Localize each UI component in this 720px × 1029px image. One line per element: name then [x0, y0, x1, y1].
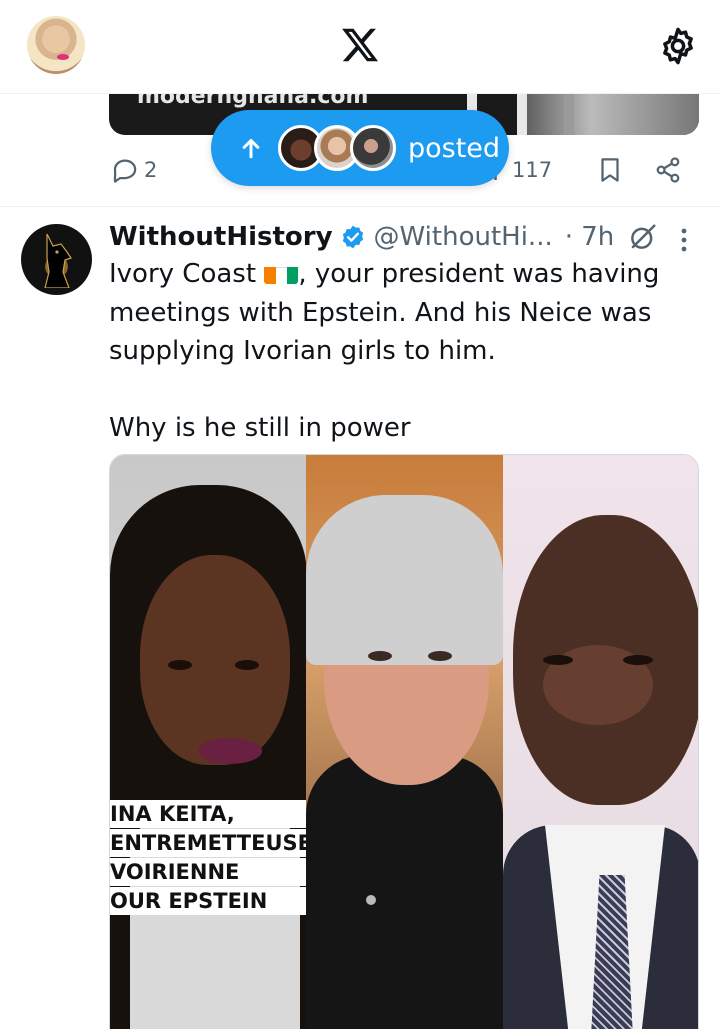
- bookmark-button[interactable]: [595, 148, 625, 192]
- bookmark-icon: [601, 158, 619, 182]
- reply-button[interactable]: 2: [110, 148, 157, 192]
- my-profile-avatar[interactable]: [27, 16, 85, 74]
- image-panel-man-center: [306, 455, 503, 1029]
- view-count: 117: [512, 158, 553, 182]
- share-icon: [656, 157, 680, 183]
- image-panel-man-right: [503, 455, 698, 1029]
- ivory-coast-flag-icon: [264, 262, 299, 284]
- tweet-text-part-1: Ivory Coast: [109, 259, 265, 289]
- image-panel-woman: INA KEITA, ENTREMETTEUSE VOIRIENNE OUR E…: [110, 455, 307, 1029]
- tweet-timestamp[interactable]: · 7h: [565, 222, 615, 252]
- image-caption: INA KEITA, ENTREMETTEUSE VOIRIENNE OUR E…: [110, 800, 307, 916]
- caption-line: INA KEITA,: [110, 800, 307, 828]
- caption-line: OUR EPSTEIN: [110, 887, 307, 915]
- grok-icon[interactable]: [628, 222, 658, 252]
- tweet-header: WithoutHistory @WithoutHi... · 7h: [109, 217, 658, 257]
- pill-label: posted: [408, 132, 501, 164]
- more-options-icon[interactable]: [672, 225, 696, 255]
- caption-line: ENTREMETTEUSE: [110, 829, 307, 857]
- gear-icon[interactable]: [657, 25, 699, 67]
- arrow-up-icon: [242, 139, 260, 159]
- author-name[interactable]: WithoutHistory: [109, 222, 333, 252]
- new-posts-pill[interactable]: posted: [211, 110, 509, 186]
- avatar: [350, 125, 396, 171]
- tweet[interactable]: WithoutHistory @WithoutHi... · 7h Ivory …: [0, 207, 720, 1029]
- media-watermark-text: modernghana.com: [137, 94, 369, 109]
- tweet-text: Ivory Coast , your president was having …: [109, 255, 699, 448]
- caption-line: VOIRIENNE: [110, 858, 307, 886]
- author-avatar[interactable]: [21, 224, 92, 295]
- top-bar: [0, 0, 720, 94]
- tweet-image[interactable]: INA KEITA, ENTREMETTEUSE VOIRIENNE OUR E…: [109, 454, 699, 1029]
- x-logo-icon[interactable]: [339, 25, 381, 65]
- share-button[interactable]: [653, 148, 683, 192]
- reply-icon: [113, 159, 137, 183]
- author-handle[interactable]: @WithoutHi...: [374, 222, 553, 252]
- verified-badge-icon: [342, 225, 363, 249]
- reply-count: 2: [144, 158, 158, 182]
- pill-avatars: [278, 125, 396, 171]
- anubis-icon: [44, 233, 72, 288]
